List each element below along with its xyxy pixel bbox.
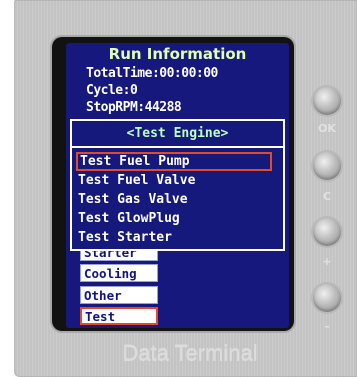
menu-item-other[interactable]: Other [80, 286, 158, 304]
cancel-button[interactable] [313, 218, 341, 246]
up-button[interactable] [313, 87, 341, 115]
stop-rpm-readout: StopRPM:44288 [86, 100, 182, 115]
popup-item-test-gas-valve[interactable]: Test Gas Valve [76, 190, 272, 209]
total-time-readout: TotalTime:00:00:00 [86, 66, 218, 81]
menu-item-test[interactable]: Test [80, 307, 158, 325]
popup-item-test-glowplug[interactable]: Test GlowPlug [76, 209, 272, 228]
test-engine-popup: <Test Engine> Test Fuel Pump Test Fuel V… [70, 119, 285, 251]
plus-label: + [322, 255, 332, 268]
ok-label: OK [318, 122, 336, 135]
popup-item-test-starter[interactable]: Test Starter [76, 228, 272, 247]
lcd-screen: Run Information TotalTime:00:00:00 Cycle… [66, 43, 289, 328]
ok-button[interactable] [313, 152, 341, 180]
cycle-readout: Cycle:0 [86, 83, 138, 98]
popup-item-test-fuel-valve[interactable]: Test Fuel Valve [76, 171, 272, 190]
popup-title: <Test Engine> [72, 121, 283, 148]
plus-button[interactable] [313, 284, 341, 312]
menu-item-cooling[interactable]: Cooling [80, 264, 158, 282]
run-information-title: Run Information [108, 45, 247, 63]
c-label: C [322, 190, 332, 203]
popup-item-test-fuel-pump[interactable]: Test Fuel Pump [76, 152, 272, 171]
brand-label: Data Terminal [122, 340, 258, 365]
minus-label: – [324, 320, 330, 333]
